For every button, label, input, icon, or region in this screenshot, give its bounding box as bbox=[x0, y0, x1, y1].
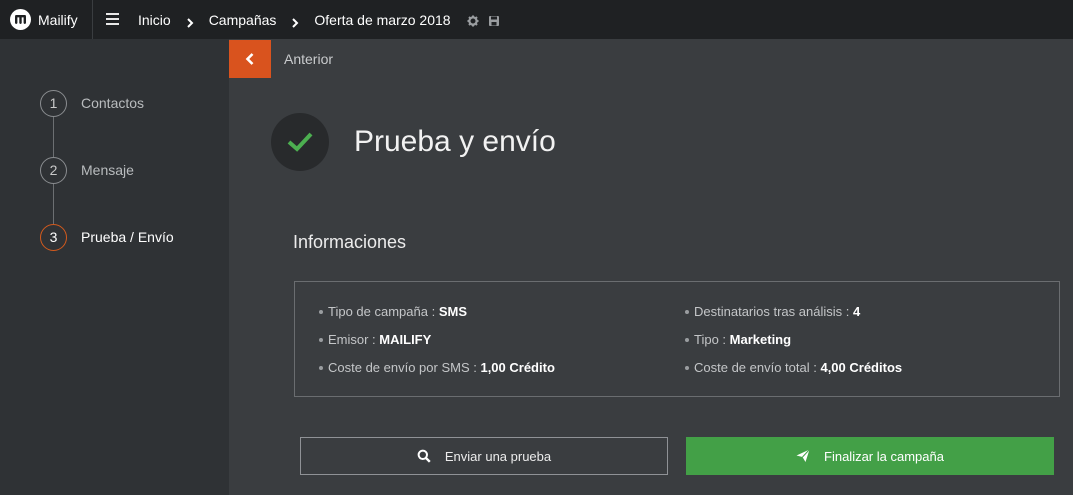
step-number: 1 bbox=[40, 89, 67, 117]
info-cost-per-sms: Coste de envío por SMS : 1,00 Crédito bbox=[319, 360, 555, 375]
hamburger-menu-icon[interactable] bbox=[106, 13, 119, 25]
info-value: MAILIFY bbox=[379, 332, 432, 347]
section-title: Informaciones bbox=[293, 232, 407, 252]
bullet bbox=[685, 309, 689, 314]
send-test-label: Enviar una prueba bbox=[444, 448, 552, 464]
bullet bbox=[685, 337, 689, 342]
main-content: Anterior Prueba y envío Informaciones Ti… bbox=[229, 39, 1073, 495]
gear-icon[interactable] bbox=[467, 14, 479, 26]
checkmark-icon bbox=[287, 132, 313, 152]
finish-campaign-label: Finalizar la campaña bbox=[824, 448, 944, 464]
step-label: Contactos bbox=[81, 95, 145, 111]
finish-campaign-button[interactable]: Finalizar la campaña bbox=[686, 437, 1054, 475]
info-recipients: Destinatarios tras análisis : 4 bbox=[685, 304, 860, 319]
info-value: Marketing bbox=[729, 332, 792, 347]
bullet bbox=[319, 365, 323, 370]
info-value: 4,00 Créditos bbox=[820, 360, 903, 375]
info-campaign-type: Tipo de campaña : SMS bbox=[319, 304, 467, 319]
info-label: Coste de envío total : bbox=[694, 360, 821, 375]
breadcrumb-inicio[interactable]: Inicio bbox=[138, 12, 171, 28]
mailify-logo-icon bbox=[10, 9, 31, 30]
step-number: 3 bbox=[40, 223, 67, 251]
info-label: Tipo : bbox=[694, 332, 730, 347]
step-label: Prueba / Envío bbox=[81, 229, 174, 245]
step-connector bbox=[53, 117, 54, 157]
steps-sidebar: 1 Contactos 2 Mensaje 3 Prueba / Envío bbox=[0, 39, 229, 495]
top-bar: Mailify Inicio Campañas Oferta de marzo … bbox=[0, 0, 1073, 39]
search-icon bbox=[417, 449, 431, 463]
brand[interactable]: Mailify bbox=[10, 0, 78, 39]
info-label: Destinatarios tras análisis : bbox=[694, 304, 853, 319]
info-value: 1,00 Crédito bbox=[480, 360, 555, 375]
bullet bbox=[319, 309, 323, 314]
back-button[interactable] bbox=[229, 40, 271, 78]
info-label: Emisor : bbox=[328, 332, 380, 347]
info-total-cost: Coste de envío total : 4,00 Créditos bbox=[685, 360, 902, 375]
page-title: Prueba y envío bbox=[354, 125, 556, 158]
info-value: 4 bbox=[852, 304, 861, 319]
info-type: Tipo : Marketing bbox=[685, 332, 791, 347]
topbar-divider bbox=[92, 0, 93, 39]
bullet bbox=[319, 337, 323, 342]
breadcrumb: Inicio Campañas Oferta de marzo 2018 bbox=[138, 0, 500, 39]
step-label: Mensaje bbox=[81, 162, 134, 178]
info-panel: Tipo de campaña : SMS Emisor : MAILIFY C… bbox=[294, 281, 1060, 397]
chevron-right-icon bbox=[290, 15, 300, 28]
step-prueba-envio[interactable]: 3 Prueba / Envío bbox=[40, 223, 174, 251]
info-value: SMS bbox=[438, 304, 467, 319]
step-number: 2 bbox=[40, 156, 67, 184]
info-sender: Emisor : MAILIFY bbox=[319, 332, 431, 347]
back-link[interactable]: Anterior bbox=[284, 51, 333, 67]
check-badge bbox=[271, 113, 329, 171]
info-label: Tipo de campaña : bbox=[328, 304, 439, 319]
paper-plane-icon bbox=[796, 449, 810, 462]
info-label: Coste de envío por SMS : bbox=[328, 360, 481, 375]
app-name: Mailify bbox=[38, 11, 78, 28]
breadcrumb-campaign-name[interactable]: Oferta de marzo 2018 bbox=[314, 12, 450, 28]
chevron-right-icon bbox=[185, 15, 195, 28]
bullet bbox=[685, 365, 689, 370]
save-icon[interactable] bbox=[488, 14, 500, 26]
send-test-button[interactable]: Enviar una prueba bbox=[300, 437, 668, 475]
step-contactos[interactable]: 1 Contactos bbox=[40, 89, 144, 117]
step-mensaje[interactable]: 2 Mensaje bbox=[40, 156, 134, 184]
step-connector bbox=[53, 184, 54, 224]
chevron-left-icon bbox=[245, 53, 254, 65]
breadcrumb-campanas[interactable]: Campañas bbox=[209, 12, 277, 28]
